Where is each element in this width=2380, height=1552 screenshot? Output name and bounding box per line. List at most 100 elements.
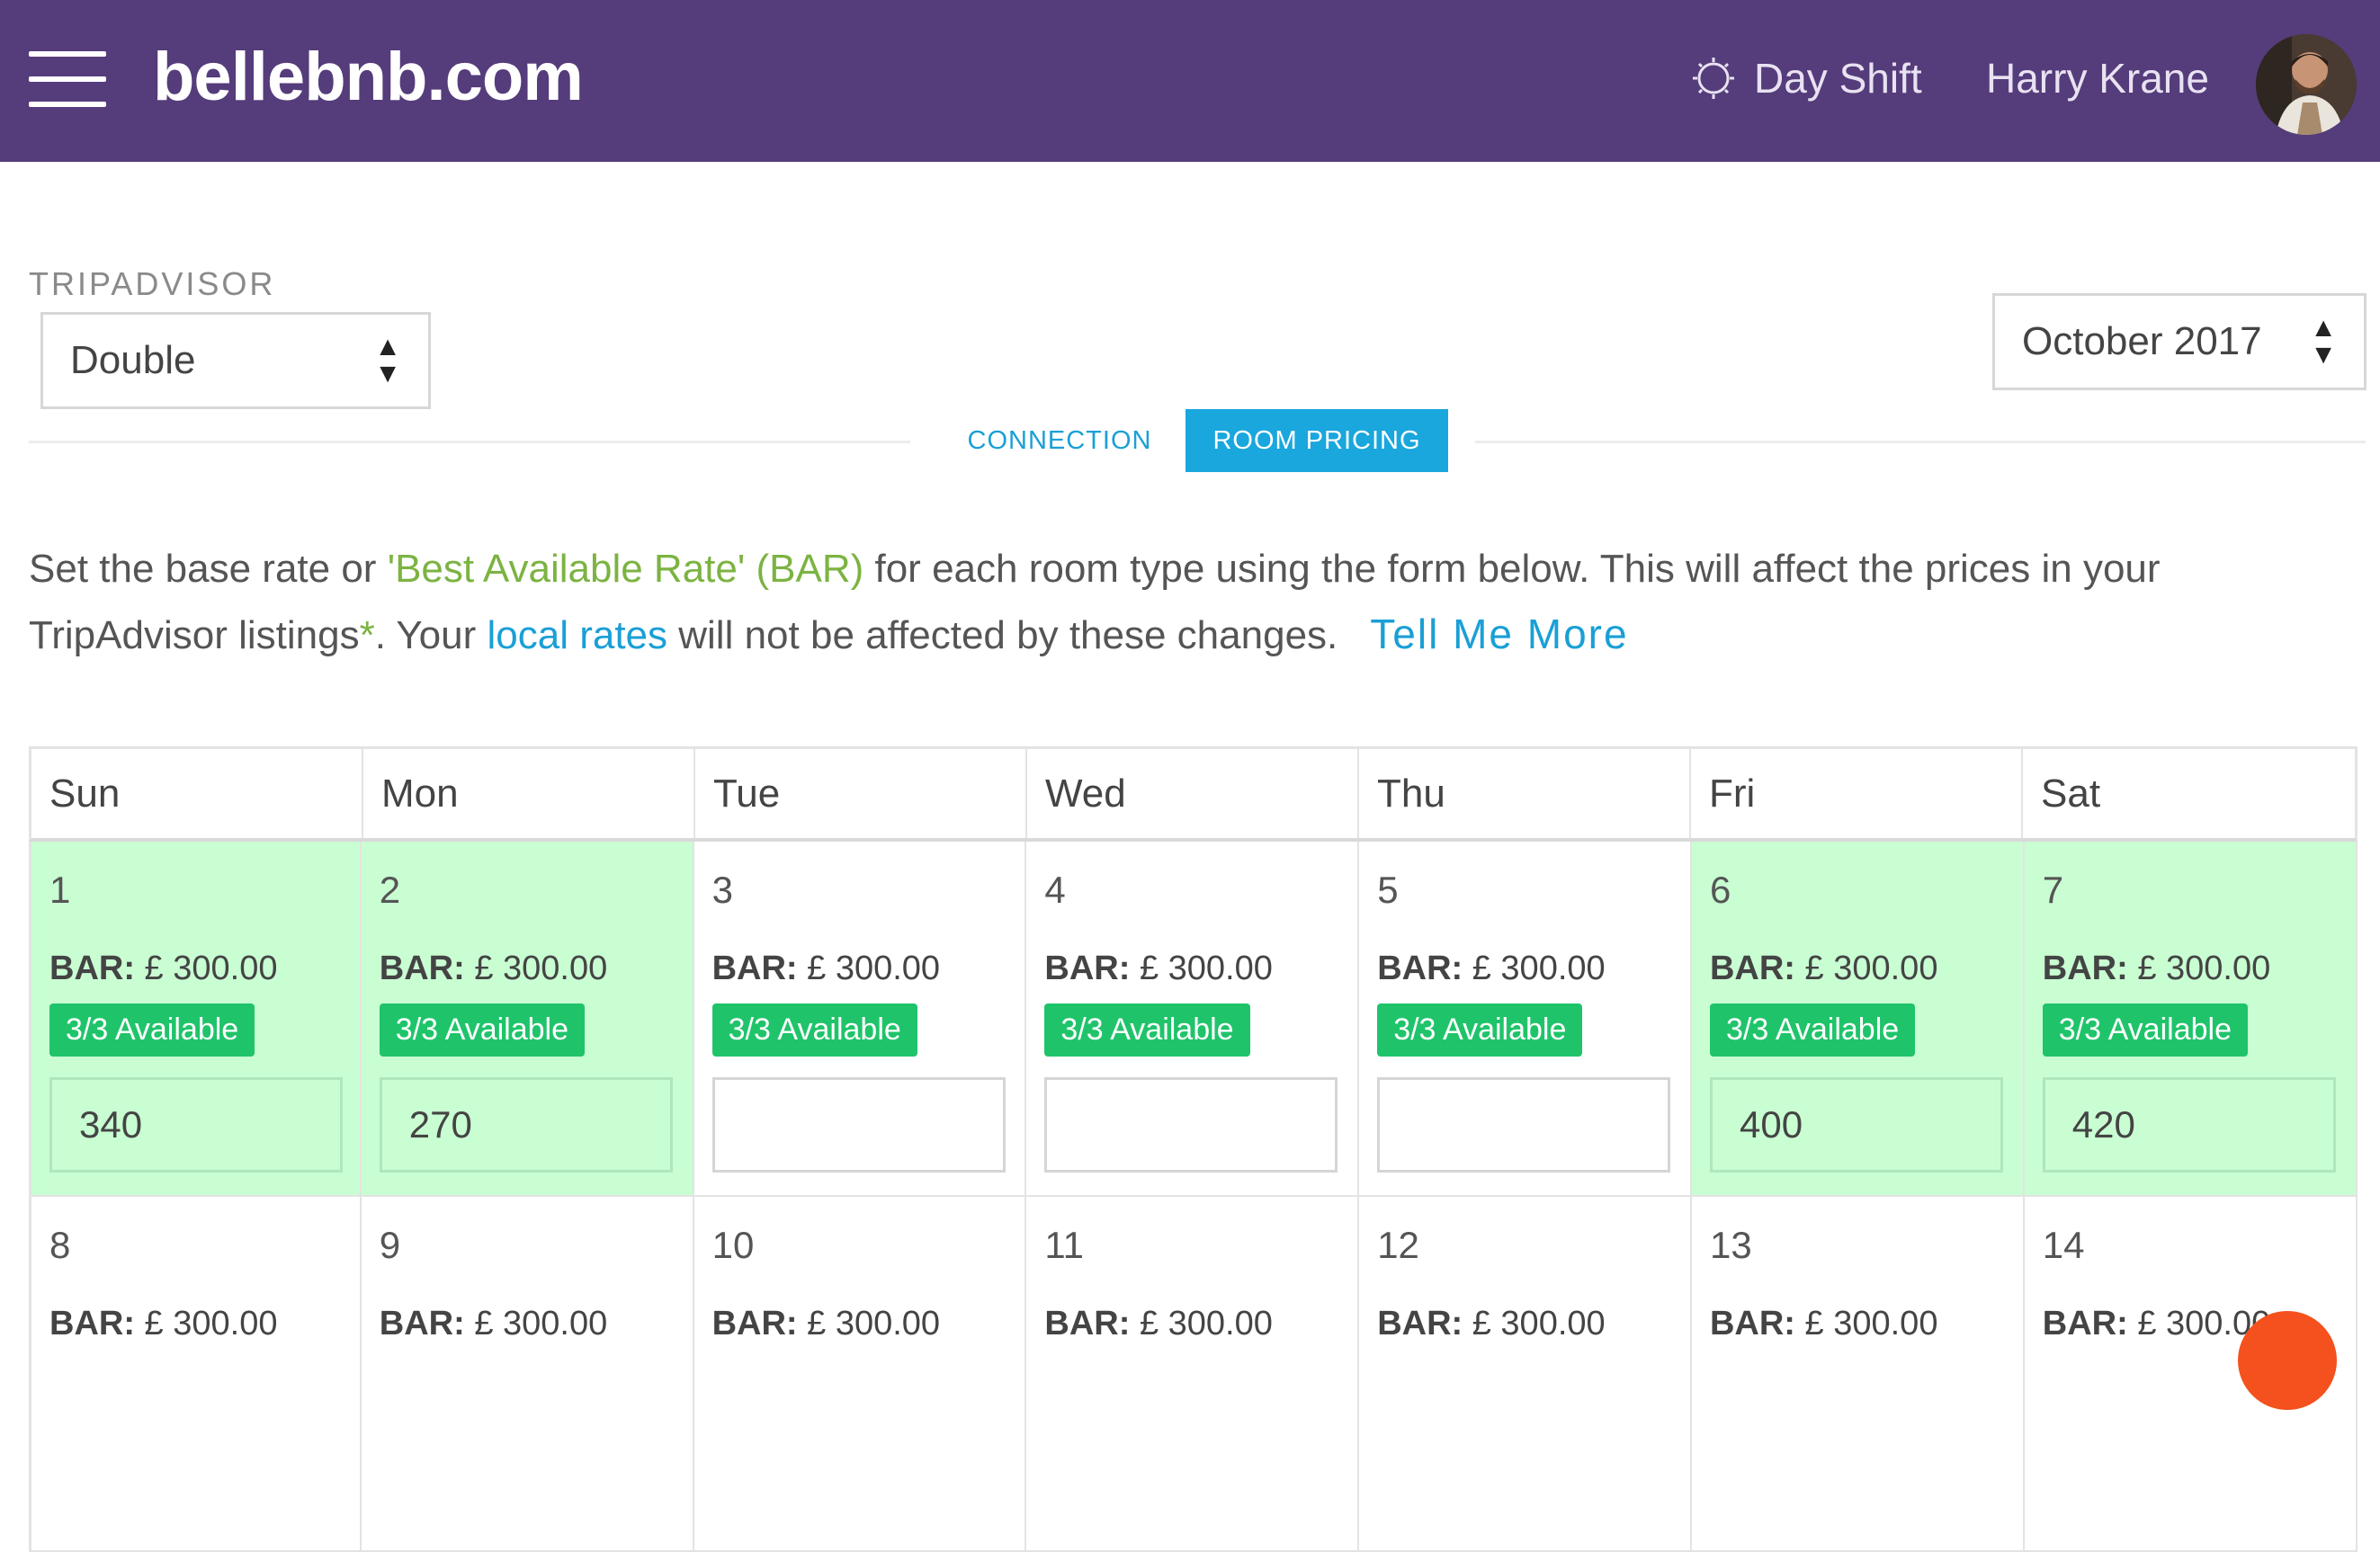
calendar-day: 1 BAR: £ 300.00 3/3 Available 340 — [29, 842, 362, 1197]
calendar-day: 4 BAR: £ 300.00 3/3 Available — [1026, 842, 1360, 1197]
bar-term: 'Best Available Rate' (BAR) — [387, 547, 864, 591]
availability-badge: 3/3 Available — [1709, 1003, 1916, 1057]
calendar-day: 3 BAR: £ 300.00 3/3 Available — [693, 842, 1027, 1197]
rate-input[interactable]: 400 — [1709, 1077, 2003, 1173]
weekday-header: Mon — [363, 749, 695, 838]
day-number: 8 — [49, 1224, 71, 1266]
rate-input[interactable] — [711, 1077, 1006, 1173]
day-number: 9 — [379, 1224, 401, 1266]
bar-value: £ 300.00 — [1139, 1305, 1273, 1342]
calendar-day: 5 BAR: £ 300.00 3/3 Available — [1359, 842, 1692, 1197]
tab-connection[interactable]: CONNECTION — [950, 409, 1169, 472]
bar-value: £ 300.00 — [1139, 950, 1273, 987]
bar-value: £ 300.00 — [144, 1305, 278, 1342]
calendar-day: 10 BAR: £ 300.00 — [693, 1197, 1027, 1552]
intro-text: will not be affected by these changes. — [667, 613, 1338, 657]
rate-input[interactable]: 270 — [379, 1077, 673, 1173]
bar-value: £ 300.00 — [1804, 1305, 1938, 1342]
calendar-week: 8 BAR: £ 300.00 9 BAR: £ 300.00 10 BAR: … — [29, 1197, 2358, 1552]
pricing-calendar: Sun Mon Tue Wed Thu Fri Sat 1 BAR: £ 300… — [29, 746, 2358, 1552]
user-name[interactable]: Harry Krane — [1986, 47, 2209, 110]
availability-badge: 3/3 Available — [711, 1003, 917, 1057]
availability-badge: 3/3 Available — [49, 1003, 255, 1057]
weekday-header: Sat — [2041, 771, 2101, 816]
day-number: 1 — [49, 869, 71, 911]
weekday-header: Thu — [1359, 749, 1691, 838]
channel-label: TRIPADVISOR — [29, 265, 276, 302]
bar-label: BAR: — [379, 1305, 465, 1342]
floating-action-button[interactable] — [2238, 1311, 2337, 1410]
availability-badge: 3/3 Available — [1377, 1003, 1583, 1057]
month-select[interactable]: October 2017 ▲ ▼ — [1992, 293, 2367, 390]
bar-label: BAR: — [1377, 950, 1463, 987]
calendar-day: 6 BAR: £ 300.00 3/3 Available 400 — [1691, 842, 2025, 1197]
bar-rate: BAR: £ 300.00 — [1377, 950, 1605, 988]
calendar-day: 12 BAR: £ 300.00 — [1359, 1197, 1692, 1552]
bar-label: BAR: — [1709, 1305, 1795, 1342]
weekday-header: Tue — [695, 749, 1027, 838]
calendar-day: 13 BAR: £ 300.00 — [1691, 1197, 2025, 1552]
shift-label: Day Shift — [1754, 55, 1922, 102]
calendar-week: 1 BAR: £ 300.00 3/3 Available 340 2 BAR:… — [29, 842, 2358, 1197]
bar-label: BAR: — [1044, 950, 1131, 987]
day-number: 10 — [711, 1224, 755, 1266]
bar-label: BAR: — [711, 1305, 798, 1342]
bar-value: £ 300.00 — [1804, 950, 1938, 987]
day-number: 5 — [1377, 869, 1399, 911]
rate-input[interactable]: 340 — [49, 1077, 343, 1173]
intro-text: . Your — [374, 613, 488, 657]
calendar-day: 9 BAR: £ 300.00 — [361, 1197, 694, 1552]
select-arrows-icon: ▲ ▼ — [374, 332, 401, 388]
intro-text: Set the base rate or — [29, 547, 388, 591]
tab-room-pricing[interactable]: ROOM PRICING — [1186, 409, 1448, 472]
availability-badge: 3/3 Available — [379, 1003, 585, 1057]
bar-rate: BAR: £ 300.00 — [49, 950, 277, 988]
hamburger-menu-icon[interactable] — [29, 49, 106, 107]
day-number: 7 — [2042, 869, 2064, 911]
bar-value: £ 300.00 — [474, 950, 608, 987]
brand-logo[interactable]: bellebnb.com — [153, 38, 584, 116]
day-number: 11 — [1044, 1224, 1084, 1266]
day-number: 13 — [1709, 1224, 1752, 1266]
bar-label: BAR: — [1044, 1305, 1131, 1342]
tab-divider-right — [1475, 441, 2366, 443]
intro-paragraph: Set the base rate or 'Best Available Rat… — [29, 536, 2340, 668]
bar-value: £ 300.00 — [1472, 1305, 1606, 1342]
calendar-day: 11 BAR: £ 300.00 — [1026, 1197, 1360, 1552]
rate-input[interactable] — [1044, 1077, 1338, 1173]
asterisk: * — [359, 613, 375, 657]
bar-label: BAR: — [379, 950, 465, 987]
day-number: 4 — [1044, 869, 1066, 911]
bar-label: BAR: — [711, 950, 798, 987]
day-number: 6 — [1709, 869, 1731, 911]
bar-rate: BAR: £ 300.00 — [2043, 950, 2270, 988]
bar-value: £ 300.00 — [1472, 950, 1606, 987]
shift-indicator[interactable]: Day Shift — [1691, 47, 1922, 110]
user-avatar-icon — [2256, 34, 2357, 135]
tab-divider-left — [29, 441, 910, 443]
bar-rate: BAR: £ 300.00 — [380, 950, 607, 988]
calendar-day: 7 BAR: £ 300.00 3/3 Available 420 — [2024, 842, 2358, 1197]
month-value: October 2017 — [2022, 319, 2262, 363]
bar-value: £ 300.00 — [144, 950, 278, 987]
availability-badge: 3/3 Available — [2042, 1003, 2248, 1057]
bar-value: £ 300.00 — [807, 1305, 941, 1342]
avatar[interactable] — [2256, 34, 2357, 135]
calendar-day: 8 BAR: £ 300.00 — [29, 1197, 362, 1552]
tell-me-more-link[interactable]: Tell Me More — [1370, 611, 1628, 657]
room-type-select[interactable]: Double ▲ ▼ — [40, 312, 431, 409]
weekday-header: Wed — [1027, 749, 1359, 838]
bar-rate: BAR: £ 300.00 — [1044, 950, 1272, 988]
calendar-day: 2 BAR: £ 300.00 3/3 Available 270 — [361, 842, 694, 1197]
rate-input[interactable] — [1377, 1077, 1671, 1173]
local-rates-link[interactable]: local rates — [487, 613, 667, 657]
bar-value: £ 300.00 — [2137, 950, 2271, 987]
bar-label: BAR: — [1709, 950, 1795, 987]
calendar-header: Sun Mon Tue Wed Thu Fri Sat — [29, 746, 2358, 842]
day-number: 3 — [711, 869, 733, 911]
weekday-header: Sun — [31, 749, 363, 838]
top-bar: bellebnb.com Day Shift Harry Krane — [0, 0, 2380, 162]
select-arrows-icon: ▲ ▼ — [2310, 313, 2337, 370]
rate-input[interactable]: 420 — [2042, 1077, 2336, 1173]
day-number: 2 — [379, 869, 401, 911]
